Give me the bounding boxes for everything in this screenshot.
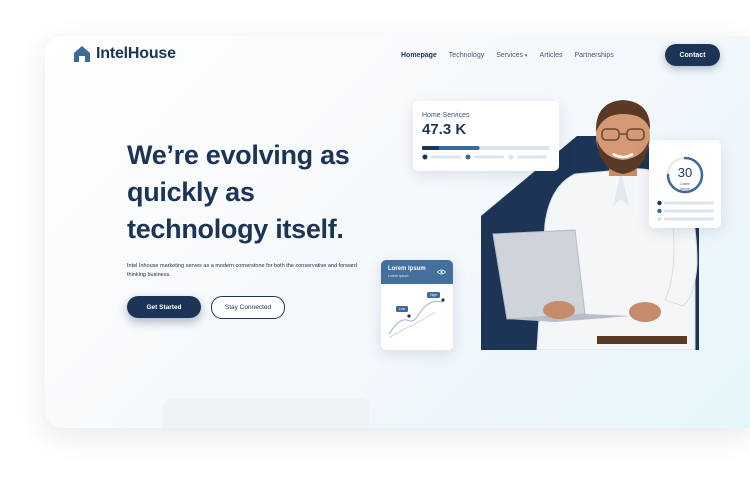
nav-item-homepage[interactable]: Homepage	[401, 52, 437, 59]
hero-subtitle: Intel Inhouse marketing serves as a mode…	[127, 263, 357, 278]
brand-logo[interactable]: IntelHouse	[73, 45, 176, 63]
nav-item-articles[interactable]: Articles	[540, 52, 563, 59]
bottom-panel	[163, 398, 369, 428]
home-services-label: Home Services	[422, 112, 470, 119]
home-services-value: 47.3 K	[422, 121, 467, 138]
contact-button[interactable]: Contact	[665, 44, 720, 66]
get-started-button[interactable]: Get Started	[127, 296, 201, 318]
chart-card-subtitle: Lorem Ipsum	[388, 274, 409, 278]
nav-item-partnerships[interactable]: Partnerships	[574, 52, 613, 59]
lorem-chart-card: Lorem Ipsum Lorem Ipsum Low High	[381, 260, 453, 350]
chevron-down-icon: ▾	[525, 53, 528, 59]
stay-connected-button[interactable]: Stay Connected	[211, 296, 285, 319]
headline-line-3: technology itself.	[127, 214, 344, 244]
headline-line-2: quickly as	[127, 177, 255, 207]
mini-line-chart	[388, 292, 445, 339]
stat-caption-line-1: Lorem	[680, 182, 690, 186]
headline-line-1: We’re evolving as	[127, 140, 350, 170]
stat-legend	[657, 200, 714, 222]
high-label: High	[430, 293, 437, 297]
services-progress-bar	[422, 146, 550, 150]
stat-caption: Lorem Ipsum	[649, 182, 721, 191]
nav-item-services[interactable]: Services ▾	[496, 52, 527, 59]
stat-ring-card: 30 Lorem Ipsum	[649, 140, 721, 228]
eye-icon[interactable]	[437, 269, 446, 275]
brand-name: IntelHouse	[96, 45, 176, 62]
services-legend	[422, 154, 547, 160]
hero-card: IntelHouse Homepage Technology Services …	[45, 36, 750, 428]
nav-item-services-label: Services	[496, 52, 524, 59]
nav-item-technology[interactable]: Technology	[449, 52, 484, 59]
home-services-card: Home Services 47.3 K	[413, 101, 559, 171]
stat-caption-line-2: Ipsum	[680, 186, 690, 191]
low-label: Low	[398, 307, 406, 311]
house-logo-icon	[74, 46, 90, 62]
main-nav: Homepage Technology Services ▾ Articles …	[401, 52, 614, 59]
chart-card-title: Lorem Ipsum	[388, 266, 426, 272]
stat-value: 30	[677, 165, 693, 180]
hero-headline: We’re evolving as quickly as technology …	[127, 137, 387, 248]
